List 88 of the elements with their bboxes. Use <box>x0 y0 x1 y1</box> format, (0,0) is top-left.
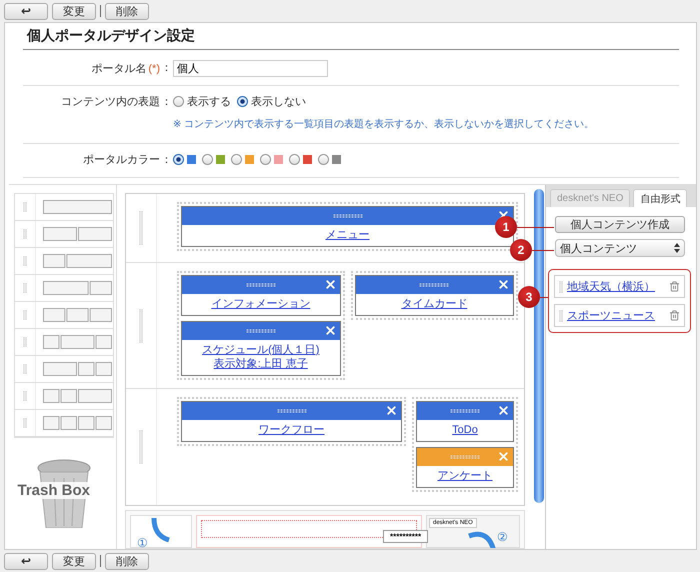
field-label: コンテンツ内の表題 <box>60 95 160 110</box>
trash-box-label: Trash Box <box>16 482 92 499</box>
stepper-icon <box>674 243 680 253</box>
content-link[interactable]: スケジュール(個人１日) <box>202 342 320 357</box>
radio-button[interactable] <box>202 154 213 165</box>
colon: ： <box>160 61 173 76</box>
back-button[interactable]: ↩ <box>4 2 48 20</box>
update-button[interactable]: 変更 <box>52 2 96 20</box>
content-link[interactable]: タイムカード <box>401 296 468 311</box>
drag-handle-icon[interactable] <box>22 391 26 401</box>
content-link[interactable]: インフォメーション <box>211 296 310 311</box>
tab[interactable]: 自由形式 <box>633 189 688 207</box>
radio-button[interactable] <box>289 154 300 165</box>
drag-handle-icon[interactable] <box>22 337 26 347</box>
create-content-button[interactable]: 個人コンテンツ作成 <box>555 216 685 233</box>
close-icon[interactable] <box>497 404 510 418</box>
drag-handle-icon[interactable] <box>22 283 26 293</box>
drag-handle-icon[interactable] <box>139 430 143 464</box>
layout-option-icon[interactable] <box>42 362 112 376</box>
layout-option-icon[interactable] <box>42 416 112 430</box>
radio-label: 表示する <box>187 95 231 109</box>
content-link[interactable]: スポーツニュース <box>567 308 665 322</box>
content-item[interactable]: スポーツニュース <box>554 304 685 327</box>
mini-item: ********** <box>383 530 428 543</box>
drag-handle-icon[interactable] <box>22 418 26 428</box>
step-number: ① <box>137 536 148 548</box>
step-number: ② <box>497 530 508 544</box>
close-icon[interactable] <box>385 404 398 418</box>
drag-handle-icon[interactable] <box>22 229 26 239</box>
radio-button[interactable] <box>318 154 329 165</box>
field-label: ポータルカラー <box>82 153 160 167</box>
leader-line <box>540 297 548 298</box>
trash-icon[interactable] <box>669 281 680 292</box>
required-mark: (*) <box>148 62 160 74</box>
close-icon[interactable] <box>497 278 510 291</box>
drag-handle-icon[interactable] <box>22 256 26 266</box>
drag-handle-icon[interactable] <box>22 364 26 374</box>
portal-name-field[interactable]: 個人 <box>173 60 328 77</box>
layout-option-icon[interactable] <box>42 200 112 214</box>
layout-option-icon[interactable] <box>42 227 112 241</box>
colon: ： <box>160 153 173 167</box>
delete-button[interactable]: 削除 <box>105 552 149 570</box>
drag-handle-icon[interactable] <box>139 308 143 343</box>
trash-icon[interactable] <box>669 310 680 321</box>
radio-button[interactable] <box>173 96 184 107</box>
layout-option-icon[interactable] <box>42 281 112 295</box>
help-note: ※ コンテンツ内で表示する一覧項目の表題を表示するか、表示しないかを選択してください。 <box>173 118 594 131</box>
radio-button[interactable] <box>231 154 242 165</box>
callout-number: 2 <box>510 239 532 261</box>
scrollbar[interactable] <box>534 189 544 503</box>
drag-handle-icon[interactable] <box>22 202 26 212</box>
content-link[interactable]: メニュー <box>326 228 370 242</box>
delete-button[interactable]: 削除 <box>105 2 149 20</box>
radio-label: 表示しない <box>251 95 306 109</box>
colon: ： <box>160 95 173 110</box>
content-link[interactable]: 表示対象:上田 恵子 <box>214 356 308 371</box>
leader-line <box>532 250 554 251</box>
content-link[interactable]: ToDo <box>452 423 478 438</box>
page-title: 個人ポータルデザイン設定 <box>23 27 679 50</box>
drag-handle-icon[interactable] <box>139 210 143 245</box>
layout-option-icon[interactable] <box>42 254 112 268</box>
drag-handle-icon[interactable] <box>559 310 563 322</box>
radio-button[interactable] <box>173 154 184 165</box>
leader-line <box>517 227 554 228</box>
close-icon[interactable] <box>324 278 336 291</box>
content-link[interactable]: ワークフロー <box>258 423 324 438</box>
panel-header[interactable] <box>182 322 340 340</box>
callout-number: 3 <box>518 286 540 308</box>
panel-header[interactable] <box>417 448 513 466</box>
update-button[interactable]: 変更 <box>52 552 96 570</box>
drag-handle-icon[interactable] <box>22 310 26 320</box>
content-link[interactable]: アンケート <box>438 469 492 484</box>
panel-header[interactable] <box>356 276 513 294</box>
panel-header[interactable] <box>182 276 340 294</box>
layout-option-icon[interactable] <box>42 308 112 322</box>
content-item[interactable]: 地域天気（横浜） <box>554 275 685 298</box>
back-button[interactable]: ↩ <box>4 552 48 570</box>
layout-option-icon[interactable] <box>42 389 112 403</box>
panel-header[interactable] <box>417 402 513 420</box>
content-select[interactable]: 個人コンテンツ <box>555 239 685 257</box>
radio-button[interactable] <box>237 96 248 107</box>
radio-button[interactable] <box>260 154 271 165</box>
panel-header[interactable] <box>182 402 401 420</box>
close-icon[interactable] <box>324 324 336 337</box>
drag-handle-icon[interactable] <box>559 280 563 292</box>
layout-option-icon[interactable] <box>42 335 112 349</box>
field-label: ポータル名 <box>91 62 146 76</box>
content-link[interactable]: 地域天気（横浜） <box>567 280 665 294</box>
